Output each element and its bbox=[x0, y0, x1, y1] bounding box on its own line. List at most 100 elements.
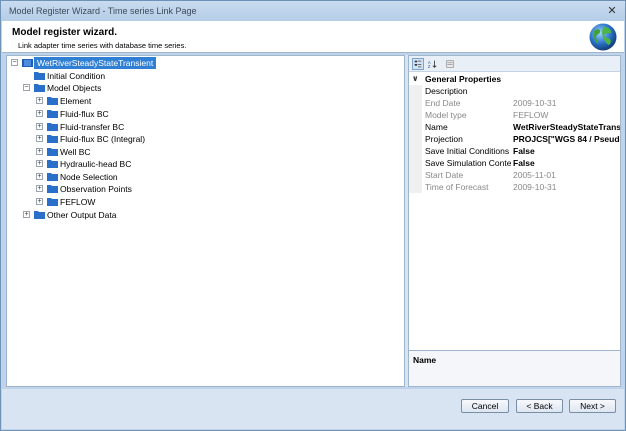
tree-node-fluid-transfer-bc[interactable]: + Fluid-transfer BC bbox=[9, 121, 309, 133]
next-button[interactable]: Next > bbox=[569, 399, 616, 413]
property-toolbar: AZ bbox=[409, 56, 620, 72]
property-row-description[interactable]: Description bbox=[409, 85, 620, 97]
wizard-header: Model register wizard. Link adapter time… bbox=[2, 21, 624, 53]
tree-node-element[interactable]: + Element bbox=[9, 95, 309, 107]
collapse-icon[interactable]: − bbox=[11, 59, 18, 66]
property-value: FEFLOW bbox=[513, 110, 549, 120]
row-gutter bbox=[409, 157, 422, 169]
row-gutter bbox=[409, 169, 422, 181]
row-gutter bbox=[409, 85, 422, 97]
tree-label: Fluid-flux BC bbox=[60, 109, 109, 119]
tree-label: FEFLOW bbox=[60, 197, 96, 207]
property-name: Description bbox=[425, 86, 468, 96]
wizard-window: Model Register Wizard - Time series Link… bbox=[0, 0, 626, 431]
property-value: 2009-10-31 bbox=[513, 182, 557, 192]
close-button[interactable]: ✕ bbox=[605, 4, 619, 18]
expand-icon[interactable]: + bbox=[36, 198, 43, 205]
globe-icon bbox=[589, 23, 617, 51]
property-row-name[interactable]: Name WetRiverSteadyStateTransient bbox=[409, 121, 620, 133]
categorized-icon[interactable] bbox=[412, 58, 424, 70]
property-name: Model type bbox=[425, 110, 467, 120]
database-icon bbox=[22, 59, 33, 67]
property-list: ∨ General Properties Description End Dat… bbox=[409, 72, 620, 348]
folder-icon bbox=[47, 198, 58, 206]
property-row-save-simulation-content[interactable]: Save Simulation Content False bbox=[409, 157, 620, 169]
tree-label: Fluid-flux BC (Integral) bbox=[60, 134, 146, 144]
expand-icon[interactable]: + bbox=[36, 173, 43, 180]
description-title: Name bbox=[413, 355, 437, 365]
window-title: Model Register Wizard - Time series Link… bbox=[9, 6, 197, 16]
expand-icon[interactable]: + bbox=[36, 110, 43, 117]
tree-node-node-selection[interactable]: + Node Selection bbox=[9, 171, 309, 183]
cancel-button[interactable]: Cancel bbox=[461, 399, 509, 413]
tree-label: Initial Condition bbox=[47, 71, 106, 81]
property-value: 2005-11-01 bbox=[513, 170, 556, 180]
expand-icon[interactable]: + bbox=[36, 135, 43, 142]
tree-label: Well BC bbox=[60, 147, 91, 157]
folder-icon bbox=[47, 173, 58, 181]
folder-icon bbox=[47, 97, 58, 105]
property-value[interactable]: False bbox=[513, 145, 620, 157]
tree-node-feflow[interactable]: + FEFLOW bbox=[9, 196, 309, 208]
property-row-projection[interactable]: Projection PROJCS["WGS 84 / Pseudo-Me bbox=[409, 133, 620, 145]
property-name: Start Date bbox=[425, 170, 464, 180]
tree-node-observation-points[interactable]: + Observation Points bbox=[9, 183, 309, 195]
tree-label: Element bbox=[60, 96, 92, 106]
property-row-time-of-forecast[interactable]: Time of Forecast 2009-10-31 bbox=[409, 181, 620, 193]
tree-node-model-objects[interactable]: − Model Objects bbox=[9, 82, 309, 94]
property-value[interactable]: PROJCS["WGS 84 / Pseudo-Me bbox=[513, 133, 620, 145]
folder-icon bbox=[47, 135, 58, 143]
folder-icon bbox=[47, 123, 58, 131]
tree-node-hydraulic-head-bc[interactable]: + Hydraulic-head BC bbox=[9, 158, 309, 170]
expand-icon[interactable]: + bbox=[36, 185, 43, 192]
collapse-icon[interactable]: − bbox=[23, 84, 30, 91]
tree-node-well-bc[interactable]: + Well BC bbox=[9, 146, 309, 158]
time-series-tree[interactable]: − WetRiverSteadyStateTransient Initial C… bbox=[6, 55, 405, 387]
page-title: Model register wizard. bbox=[12, 27, 118, 38]
chevron-down-icon[interactable]: ∨ bbox=[412, 73, 419, 85]
expand-icon[interactable]: + bbox=[36, 148, 43, 155]
property-row-model-type[interactable]: Model type FEFLOW bbox=[409, 109, 620, 121]
property-name: Name bbox=[425, 122, 448, 132]
back-button[interactable]: < Back bbox=[516, 399, 563, 413]
folder-icon bbox=[34, 72, 45, 80]
property-value[interactable]: False bbox=[513, 157, 620, 169]
tree-label: Other Output Data bbox=[47, 210, 117, 220]
wizard-footer: Cancel < Back Next > bbox=[2, 389, 624, 429]
property-pages-icon[interactable] bbox=[444, 58, 456, 70]
expand-icon[interactable]: + bbox=[23, 211, 30, 218]
tree-node-fluid-flux-bc[interactable]: + Fluid-flux BC bbox=[9, 108, 309, 120]
row-gutter bbox=[409, 181, 422, 193]
tree-node-root[interactable]: − WetRiverSteadyStateTransient bbox=[9, 57, 309, 69]
property-row-start-date[interactable]: Start Date 2005-11-01 bbox=[409, 169, 620, 181]
property-description-panel: Name bbox=[409, 350, 620, 386]
property-name: Projection bbox=[425, 134, 463, 144]
tree-label-root: WetRiverSteadyStateTransient bbox=[34, 57, 157, 69]
folder-icon bbox=[47, 160, 58, 168]
tree-node-initial-condition[interactable]: Initial Condition bbox=[9, 70, 309, 82]
property-name: Save Simulation Content bbox=[425, 158, 511, 168]
tree-label: Hydraulic-head BC bbox=[60, 159, 132, 169]
property-row-end-date[interactable]: End Date 2009-10-31 bbox=[409, 97, 620, 109]
folder-icon bbox=[47, 185, 58, 193]
property-grid: AZ ∨ General Properties Description End … bbox=[408, 55, 621, 387]
category-general-properties[interactable]: ∨ General Properties bbox=[409, 73, 620, 85]
property-value: 2009-10-31 bbox=[513, 98, 557, 108]
content-area: − WetRiverSteadyStateTransient Initial C… bbox=[6, 55, 621, 387]
row-gutter bbox=[409, 133, 422, 145]
tree-node-other-output-data[interactable]: + Other Output Data bbox=[9, 209, 309, 221]
sort-alphabetical-icon[interactable]: AZ bbox=[426, 58, 438, 70]
expand-icon[interactable]: + bbox=[36, 97, 43, 104]
svg-text:Z: Z bbox=[428, 64, 431, 69]
tree-label: Observation Points bbox=[60, 184, 132, 194]
expand-icon[interactable]: + bbox=[36, 160, 43, 167]
folder-icon bbox=[47, 148, 58, 156]
title-bar: Model Register Wizard - Time series Link… bbox=[1, 1, 625, 21]
tree-node-fluid-flux-bc-integral[interactable]: + Fluid-flux BC (Integral) bbox=[9, 133, 309, 145]
row-gutter bbox=[409, 97, 422, 109]
tree-label: Model Objects bbox=[47, 83, 102, 93]
property-name: Save Initial Conditions to bbox=[425, 146, 511, 156]
property-row-save-initial-conditions[interactable]: Save Initial Conditions to False bbox=[409, 145, 620, 157]
property-value[interactable]: WetRiverSteadyStateTransient bbox=[513, 121, 620, 133]
expand-icon[interactable]: + bbox=[36, 123, 43, 130]
